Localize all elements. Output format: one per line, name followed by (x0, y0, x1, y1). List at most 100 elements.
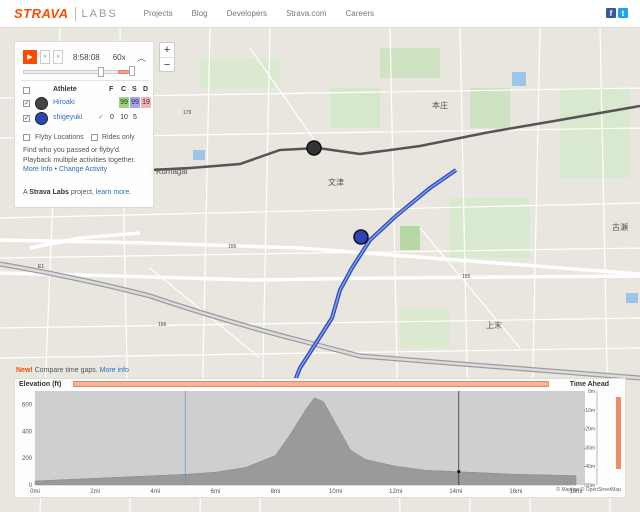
x-tick-label: 10mi (329, 489, 342, 495)
zoom-out-button[interactable]: − (160, 57, 174, 71)
athlete-marker-shigeyuki[interactable] (353, 229, 369, 245)
speed-handle[interactable] (129, 66, 135, 76)
rides-only-label: Rides only (102, 134, 135, 141)
cell-d (141, 112, 151, 123)
play-button[interactable]: ▶ (23, 50, 37, 64)
athlete-flyby-mark: ✓ (98, 114, 104, 121)
nav-blog[interactable]: Blog (192, 9, 208, 18)
map-park (560, 88, 630, 178)
map-park (400, 308, 450, 348)
learn-more-link[interactable]: learn more. (96, 189, 131, 196)
logo-labs-text: LABS (81, 7, 118, 20)
cell-f: 0 (110, 114, 114, 121)
time-ahead-tick-label: -30m (584, 445, 595, 451)
x-tick-label: 14mi (449, 489, 462, 495)
athlete-name[interactable]: shigeyuki (53, 114, 82, 121)
timeline-slider[interactable] (23, 67, 121, 77)
flyby-locations-checkbox[interactable] (23, 134, 30, 141)
x-tick-label: 6mi (210, 489, 220, 495)
col-d: D (143, 86, 149, 93)
map-park (400, 226, 420, 250)
y-tick-label: 400 (22, 429, 33, 435)
elevation-chart[interactable]: Elevation (ft) Time Ahead 600 400 200 0 0mi 2… (14, 378, 626, 498)
strava-labs-logo[interactable]: STRAVA LABS (14, 0, 118, 28)
x-tick-label: 12mi (389, 489, 402, 495)
playback-speed[interactable]: 60x (113, 53, 126, 62)
time-ahead-tick-label: 0m (588, 389, 595, 395)
elevation-plot: 60040020000mi 2mi 4mi 6mi 8mi 10mi 12mi 14mi 16m… (22, 389, 621, 495)
time-gaps-more-info-link[interactable]: More info (100, 367, 129, 374)
collapse-icon[interactable]: ︿ (137, 51, 146, 64)
change-activity-link[interactable]: Change Activity (59, 166, 107, 173)
panel-divider (21, 80, 149, 81)
map-label-town: 古瀬 (612, 222, 628, 232)
flyby-panel: ▶ « » 8:58:08 60x ︿ Athlete F C S D ✓ Hi… (14, 41, 154, 208)
nav-strava-com[interactable]: Strava.com (286, 9, 326, 18)
credit-prefix: A (23, 189, 28, 196)
map-label-town: 本庄 (432, 100, 448, 110)
x-tick-label: 0mi (30, 489, 40, 495)
map-attribution[interactable]: © Mapbox © OpenStreetMap (556, 487, 621, 493)
cell-c: 10 (120, 114, 128, 121)
col-athlete: Athlete (53, 86, 77, 93)
timeline-handle[interactable] (98, 67, 104, 77)
map-road-shield: 179 (183, 110, 192, 116)
nav-projects[interactable]: Projects (144, 9, 173, 18)
time-ahead-tick-label: -10m (584, 408, 595, 414)
main-nav: Projects Blog Developers Strava.com Care… (144, 9, 393, 18)
time-ahead-tick-label: -40m (584, 464, 595, 470)
cursor-point (457, 469, 461, 474)
logo-divider (74, 6, 76, 21)
nav-developers[interactable]: Developers (227, 9, 267, 18)
athlete-checkbox[interactable]: ✓ (23, 115, 30, 122)
playback-time: 8:58:08 (73, 52, 100, 62)
panel-description: Find who you passed or flyby'd. Playback… (23, 146, 149, 175)
time-ahead-bar (616, 397, 621, 469)
select-all-checkbox[interactable] (23, 87, 30, 94)
flyby-locations-label: Flyby Locations (35, 134, 84, 141)
x-tick-label: 2mi (90, 489, 100, 495)
col-f: F (109, 86, 114, 93)
map-road-shield: E1 (38, 264, 44, 270)
desc-line: Playback multiple activities together. (23, 156, 136, 164)
step-forward-button[interactable]: » (53, 50, 63, 64)
avatar (35, 97, 48, 110)
bullet-separator: • (54, 166, 57, 173)
x-tick-label: 16mi (509, 489, 522, 495)
facebook-icon[interactable]: f (606, 8, 616, 18)
x-tick-label: 4mi (150, 489, 160, 495)
avatar (35, 112, 48, 125)
playback-controls: ▶ « » 8:58:08 60x (23, 50, 126, 64)
zoom-in-button[interactable]: + (160, 43, 174, 57)
social-links: f t (606, 8, 628, 18)
map-park (330, 88, 380, 128)
map-park (380, 48, 440, 78)
cell-f (107, 97, 117, 108)
cell-c: 99 (119, 97, 129, 108)
map-road-shield: 155 (228, 244, 237, 250)
nav-careers[interactable]: Careers (346, 9, 374, 18)
new-badge: New! (16, 367, 33, 374)
map-label-town: 上末 (486, 320, 502, 330)
athlete-marker-hiroaki[interactable] (306, 140, 322, 156)
cell-s: 5 (133, 114, 137, 121)
athlete-row[interactable]: ✓ Hiroaki 99 99 19 (23, 96, 151, 110)
zoom-control: + − (159, 42, 175, 72)
athlete-checkbox[interactable]: ✓ (23, 100, 30, 107)
credit-mid: project, (70, 189, 94, 196)
new-text: Compare time gaps. (34, 367, 98, 374)
cell-s: 99 (130, 97, 140, 108)
map-road-shield: 156 (158, 322, 167, 328)
map-water (626, 293, 638, 303)
desc-line: Find who you passed or flyby'd. (23, 147, 121, 154)
athlete-row[interactable]: ✓ shigeyuki ✓ 0 10 5 (23, 111, 151, 125)
map-road-shield: 155 (462, 274, 471, 280)
more-info-link[interactable]: More Info (23, 166, 53, 173)
twitter-icon[interactable]: t (618, 8, 628, 18)
map-water (193, 150, 205, 160)
step-back-button[interactable]: « (40, 50, 50, 64)
time-ahead-tick-label: -20m (584, 427, 595, 433)
athlete-name[interactable]: Hiroaki (53, 99, 75, 106)
col-c: C (121, 86, 127, 93)
rides-only-checkbox[interactable] (91, 134, 98, 141)
